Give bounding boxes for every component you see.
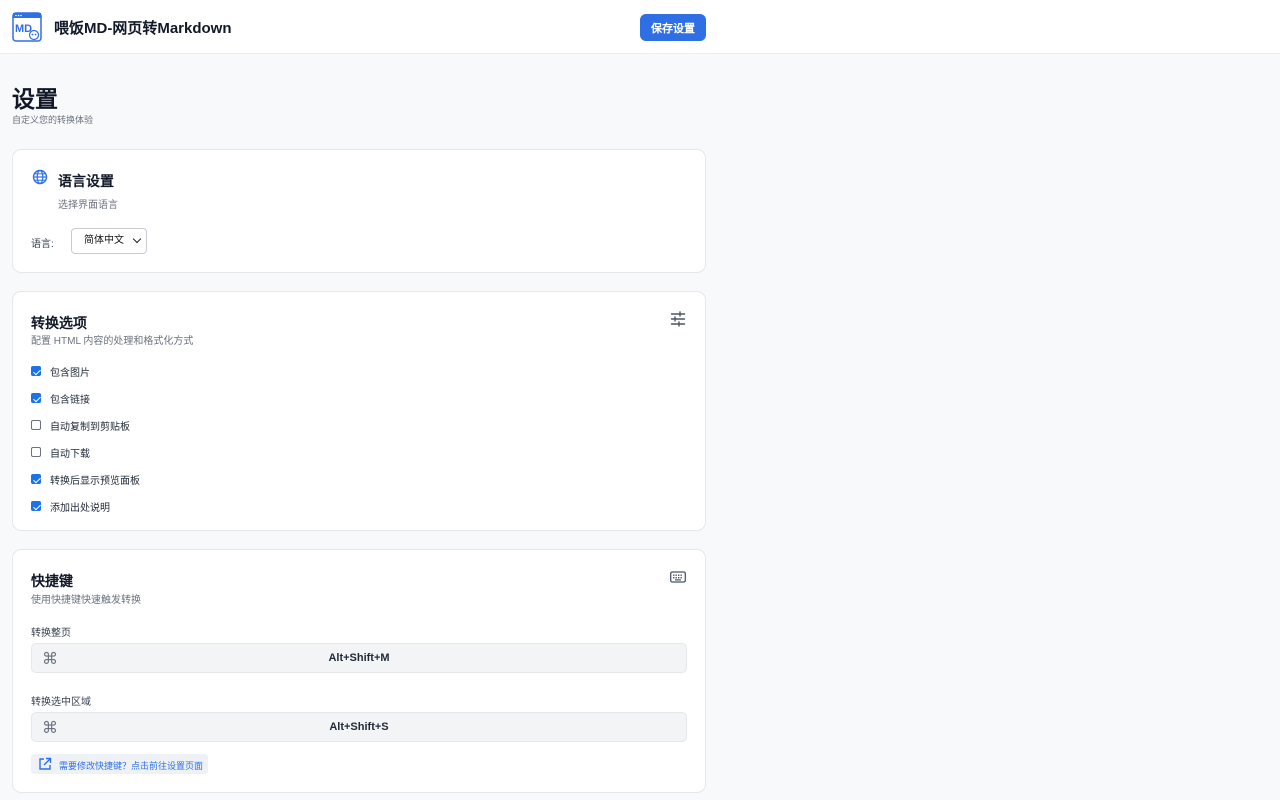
sliders-icon	[670, 311, 686, 327]
checkbox-include-links[interactable]	[31, 393, 41, 403]
option-label: 转换后显示预览面板	[50, 476, 140, 487]
conversion-card-title: 转换选项	[31, 315, 87, 331]
modify-shortcuts-link[interactable]: 需要修改快捷键？点击前往设置页面	[31, 754, 208, 774]
shortcut-combo: Alt+Shift+M	[328, 652, 390, 664]
shortcuts-card-description: 使用快捷键快速触发转换	[31, 595, 141, 606]
option-label: 自动下载	[50, 449, 90, 460]
globe-icon	[32, 169, 48, 185]
shortcuts-card: 快捷键 使用快捷键快速触发转换 转换整页 ⌘ Alt+Shift+M 转换选中区…	[12, 549, 706, 793]
language-card-description: 选择界面语言	[58, 200, 118, 211]
shortcut-label-selection: 转换选中区域	[31, 697, 91, 708]
checkbox-add-source[interactable]	[31, 501, 41, 511]
checkbox-show-preview[interactable]	[31, 474, 41, 484]
shortcut-combo: Alt+Shift+S	[329, 721, 389, 733]
language-select[interactable]: 简体中文	[71, 228, 147, 254]
external-link-icon	[39, 757, 52, 770]
top-bar: MD 喂饭MD-网页转Markdown 保存设置	[0, 0, 1280, 54]
app-title: 喂饭MD-网页转Markdown	[54, 20, 232, 37]
page-title: 设置	[12, 86, 58, 112]
md-logo-icon: MD	[12, 12, 42, 42]
conversion-options-card: 转换选项 配置 HTML 内容的处理和格式化方式 包含图片 包含链接 自动复制到…	[12, 291, 706, 531]
shortcut-label-full-page: 转换整页	[31, 628, 71, 639]
page-subtitle: 自定义您的转换体验	[12, 115, 94, 125]
checkbox-auto-download[interactable]	[31, 447, 41, 457]
shortcuts-card-title: 快捷键	[31, 573, 73, 589]
save-settings-button[interactable]: 保存设置	[640, 14, 706, 41]
option-label: 包含图片	[50, 368, 90, 379]
option-label: 自动复制到剪贴板	[50, 422, 130, 433]
checkbox-include-images[interactable]	[31, 366, 41, 376]
shortcut-field-full-page[interactable]: ⌘ Alt+Shift+M	[31, 643, 687, 673]
option-label: 包含链接	[50, 395, 90, 406]
language-card-title: 语言设置	[58, 173, 114, 189]
keyboard-icon	[670, 571, 686, 583]
modify-shortcuts-text: 需要修改快捷键？点击前往设置页面	[59, 761, 204, 771]
chevron-down-icon	[132, 234, 142, 244]
option-label: 添加出处说明	[50, 503, 110, 514]
shortcut-field-selection[interactable]: ⌘ Alt+Shift+S	[31, 712, 687, 742]
language-settings-card: 语言设置 选择界面语言 语言: 简体中文	[12, 149, 706, 273]
language-label: 语言:	[31, 239, 54, 250]
checkbox-auto-copy[interactable]	[31, 420, 41, 430]
language-select-value: 简体中文	[84, 235, 124, 246]
conversion-card-description: 配置 HTML 内容的处理和格式化方式	[31, 336, 194, 347]
